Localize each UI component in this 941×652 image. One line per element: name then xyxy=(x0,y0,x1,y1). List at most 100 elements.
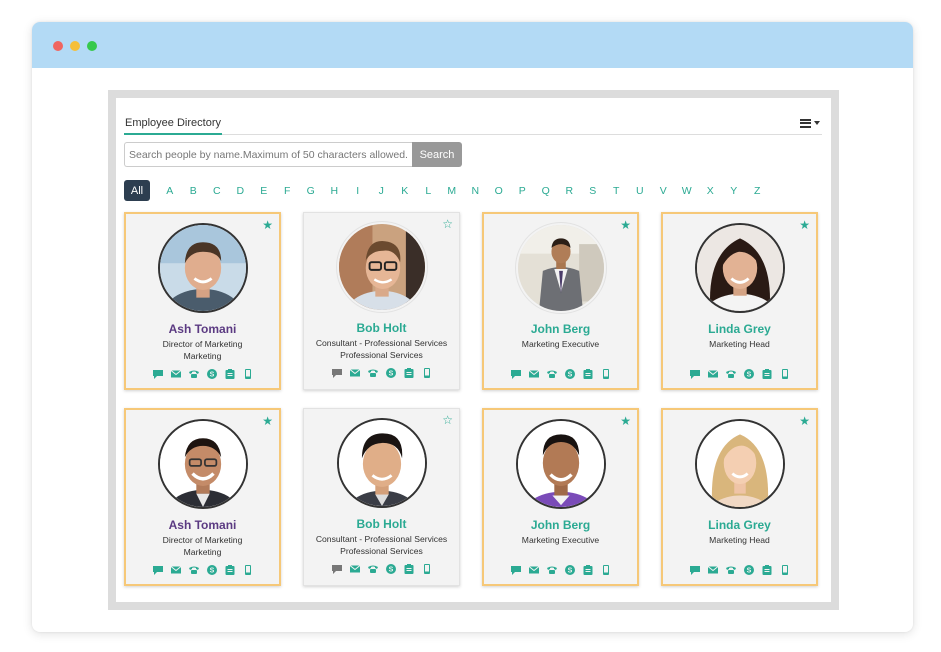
chat-icon[interactable] xyxy=(689,368,701,380)
filter-letter-r[interactable]: R xyxy=(558,185,582,197)
tab-employee-directory[interactable]: Employee Directory xyxy=(124,116,222,135)
star-filled-icon[interactable]: ★ xyxy=(620,219,631,231)
filter-letter-w[interactable]: W xyxy=(675,185,699,197)
employee-name[interactable]: Bob Holt xyxy=(304,517,459,531)
filter-letter-v[interactable]: V xyxy=(652,185,676,197)
directory-icon[interactable] xyxy=(403,367,415,379)
employee-name[interactable]: Linda Grey xyxy=(663,322,816,336)
directory-icon[interactable] xyxy=(582,368,594,380)
email-icon[interactable] xyxy=(170,564,182,576)
filter-letter-f[interactable]: F xyxy=(276,185,300,197)
employee-name[interactable]: Bob Holt xyxy=(304,321,459,335)
email-icon[interactable] xyxy=(170,368,182,380)
avatar[interactable] xyxy=(336,222,427,312)
filter-letter-a[interactable]: A xyxy=(158,185,182,197)
chat-icon[interactable] xyxy=(689,564,701,576)
directory-icon[interactable] xyxy=(224,564,236,576)
phone-icon[interactable] xyxy=(546,564,558,576)
mobile-icon[interactable] xyxy=(600,368,612,380)
skype-icon[interactable]: S xyxy=(385,367,397,379)
phone-icon[interactable] xyxy=(546,368,558,380)
star-outline-icon[interactable]: ☆ xyxy=(442,414,453,426)
filter-letter-h[interactable]: H xyxy=(323,185,347,197)
filter-all-button[interactable]: All xyxy=(124,180,150,201)
employee-card[interactable]: ☆ Bob Holt Consultant - Professional Servi… xyxy=(303,212,460,390)
employee-name[interactable]: John Berg xyxy=(484,518,637,532)
avatar[interactable] xyxy=(157,419,248,509)
mobile-icon[interactable] xyxy=(779,368,791,380)
filter-letter-o[interactable]: O xyxy=(487,185,511,197)
chat-icon[interactable] xyxy=(331,563,343,575)
phone-icon[interactable] xyxy=(725,368,737,380)
filter-letter-y[interactable]: Y xyxy=(722,185,746,197)
skype-icon[interactable]: S xyxy=(564,564,576,576)
mobile-icon[interactable] xyxy=(242,368,254,380)
mobile-icon[interactable] xyxy=(600,564,612,576)
email-icon[interactable] xyxy=(528,368,540,380)
filter-letter-l[interactable]: L xyxy=(417,185,441,197)
filter-letter-i[interactable]: I xyxy=(346,185,370,197)
skype-icon[interactable]: S xyxy=(385,563,397,575)
employee-card[interactable]: ★ John Berg Marketing Executive S xyxy=(482,408,639,586)
employee-name[interactable]: John Berg xyxy=(484,322,637,336)
chat-icon[interactable] xyxy=(510,368,522,380)
star-filled-icon[interactable]: ★ xyxy=(799,415,810,427)
filter-letter-s[interactable]: S xyxy=(581,185,605,197)
star-filled-icon[interactable]: ★ xyxy=(799,219,810,231)
chat-icon[interactable] xyxy=(331,367,343,379)
directory-icon[interactable] xyxy=(761,564,773,576)
skype-icon[interactable]: S xyxy=(743,368,755,380)
chat-icon[interactable] xyxy=(152,368,164,380)
filter-letter-z[interactable]: Z xyxy=(746,185,770,197)
filter-letter-e[interactable]: E xyxy=(252,185,276,197)
star-filled-icon[interactable]: ★ xyxy=(262,415,273,427)
minimize-window-button[interactable] xyxy=(70,41,80,51)
filter-letter-t[interactable]: T xyxy=(605,185,629,197)
filter-letter-x[interactable]: X xyxy=(699,185,723,197)
avatar[interactable] xyxy=(515,223,606,313)
filter-letter-b[interactable]: B xyxy=(182,185,206,197)
email-icon[interactable] xyxy=(707,564,719,576)
filter-letter-q[interactable]: Q xyxy=(534,185,558,197)
avatar[interactable] xyxy=(515,419,606,509)
filter-letter-g[interactable]: G xyxy=(299,185,323,197)
phone-icon[interactable] xyxy=(188,564,200,576)
email-icon[interactable] xyxy=(349,563,361,575)
star-filled-icon[interactable]: ★ xyxy=(620,415,631,427)
phone-icon[interactable] xyxy=(367,367,379,379)
mobile-icon[interactable] xyxy=(779,564,791,576)
skype-icon[interactable]: S xyxy=(564,368,576,380)
filter-letter-d[interactable]: D xyxy=(229,185,253,197)
avatar[interactable] xyxy=(157,223,248,313)
email-icon[interactable] xyxy=(528,564,540,576)
skype-icon[interactable]: S xyxy=(743,564,755,576)
filter-letter-n[interactable]: N xyxy=(464,185,488,197)
phone-icon[interactable] xyxy=(188,368,200,380)
skype-icon[interactable]: S xyxy=(206,564,218,576)
employee-name[interactable]: Ash Tomani xyxy=(126,322,279,336)
employee-card[interactable]: ★ Linda Grey Marketing Head S xyxy=(661,212,818,390)
filter-letter-c[interactable]: C xyxy=(205,185,229,197)
search-button[interactable]: Search xyxy=(412,142,462,167)
phone-icon[interactable] xyxy=(725,564,737,576)
directory-icon[interactable] xyxy=(761,368,773,380)
employee-card[interactable]: ★ Ash Tomani Director of Marketing Marketin… xyxy=(124,408,281,586)
skype-icon[interactable]: S xyxy=(206,368,218,380)
directory-icon[interactable] xyxy=(403,563,415,575)
avatar[interactable] xyxy=(694,223,785,313)
filter-letter-k[interactable]: K xyxy=(393,185,417,197)
view-toggle-dropdown[interactable] xyxy=(800,116,822,130)
avatar[interactable] xyxy=(694,419,785,509)
close-window-button[interactable] xyxy=(53,41,63,51)
mobile-icon[interactable] xyxy=(421,367,433,379)
directory-icon[interactable] xyxy=(582,564,594,576)
mobile-icon[interactable] xyxy=(242,564,254,576)
employee-card[interactable]: ★ Linda Grey Marketing Head S xyxy=(661,408,818,586)
search-input[interactable] xyxy=(124,142,412,167)
mobile-icon[interactable] xyxy=(421,563,433,575)
filter-letter-m[interactable]: M xyxy=(440,185,464,197)
phone-icon[interactable] xyxy=(367,563,379,575)
employee-card[interactable]: ★ John Berg Marketing Executive S xyxy=(482,212,639,390)
chat-icon[interactable] xyxy=(510,564,522,576)
filter-letter-u[interactable]: U xyxy=(628,185,652,197)
